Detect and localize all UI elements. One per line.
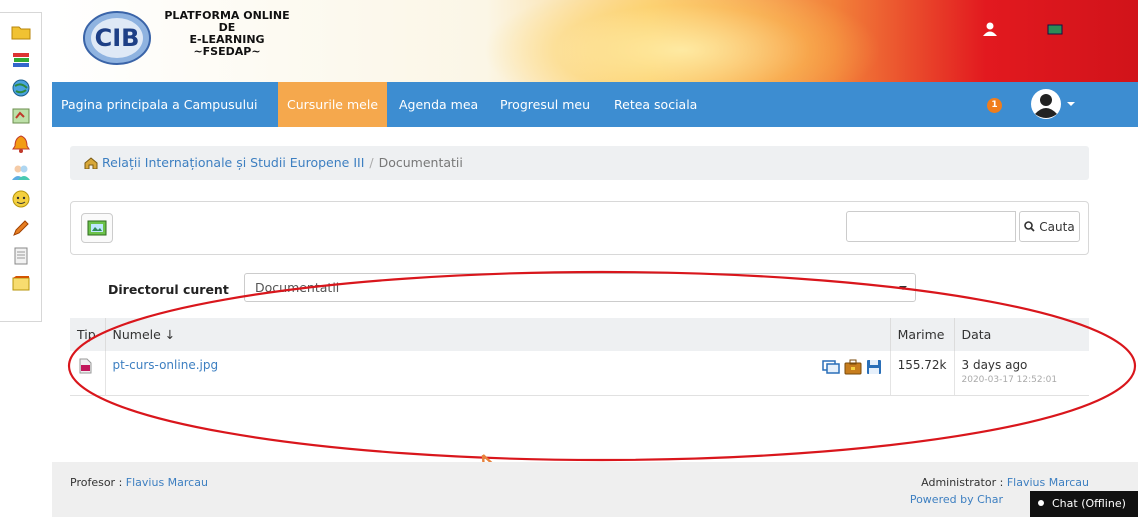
search-button[interactable]: Cauta [1019,211,1080,242]
file-date-full: 2020-03-17 12:52:01 [961,375,1058,385]
user-icon[interactable] [982,22,998,39]
file-size-cell: 155.72k [890,351,955,396]
table-row: pt-curs-online.jpg 155.72k 3 days ago 20… [70,351,1089,396]
professor-label: Profesor : [70,476,123,489]
breadcrumb-current: Documentatii [378,155,463,170]
powered-by[interactable]: Powered by Char [910,493,1003,506]
books-icon[interactable] [10,49,32,71]
breadcrumb-course-link[interactable]: Relații Internaționale și Studii Europen… [102,155,364,170]
brand-title: PLATFORMA ONLINE DE E-LEARNING ~FSEDAP~ [162,10,292,58]
chat-widget[interactable]: Chat (Offline) [1030,491,1138,517]
breadcrumb: Relații Internaționale și Studii Europen… [70,146,1089,180]
pencil-icon[interactable] [10,217,32,239]
logo-letters: CIB [95,24,140,52]
row-actions [821,359,882,378]
file-date-relative: 3 days ago [961,358,1028,372]
document-icon[interactable] [10,245,32,267]
search-button-label: Cauta [1039,219,1075,234]
admin-link[interactable]: Flavius Marcau [1007,476,1089,489]
side-toolbar [0,12,42,322]
bell-icon[interactable] [10,133,32,155]
footer: Profesor : Flavius Marcau Administrator … [52,462,1138,517]
home-icon[interactable] [84,148,98,182]
search-input[interactable] [846,211,1016,242]
upload-image-button[interactable] [81,213,113,243]
briefcase-icon[interactable] [844,359,862,378]
chat-label: Chat (Offline) [1052,497,1126,510]
file-name-cell: pt-curs-online.jpg [105,351,891,396]
save-icon[interactable] [866,359,882,378]
users-icon[interactable] [10,161,32,183]
cib-logo[interactable]: CIB [82,8,152,68]
brand-line-1: PLATFORMA ONLINE DE [164,9,290,34]
admin-label: Administrator : [921,476,1004,489]
avatar-icon[interactable] [1030,88,1062,120]
current-directory-label: Directorul curent [108,282,229,297]
search-icon [1024,221,1035,232]
map-icon[interactable] [10,105,32,127]
nav-my-courses[interactable]: Cursurile mele [278,82,388,127]
column-header-name[interactable]: Numele ↓ [105,318,891,351]
file-link[interactable]: pt-curs-online.jpg [113,358,219,372]
file-date-cell: 3 days ago 2020-03-17 12:52:01 [954,351,1089,396]
chevron-down-icon [899,286,907,290]
current-directory-value: Documentatii [255,280,340,295]
column-header-type[interactable]: Tip [70,318,106,351]
main-navbar: Pagina principala a Campusului Cursurile… [52,82,1138,127]
chevron-down-icon[interactable] [1067,102,1075,106]
nav-my-progress[interactable]: Progresul meu [491,82,599,127]
footer-professor: Profesor : Flavius Marcau [70,476,208,489]
note-icon[interactable] [10,273,32,295]
files-table: Tip Numele ↓ Marime Data pt-curs-online.… [70,318,1089,396]
brand-line-3: ~FSEDAP~ [193,45,261,58]
current-directory-select[interactable]: Documentatii [244,273,916,302]
file-type-cell [70,351,106,396]
preview-icon[interactable] [821,359,840,378]
notification-badge[interactable]: 1 [987,98,1002,113]
document-toolbar: Cauta [70,201,1089,255]
column-header-size[interactable]: Marime [890,318,955,351]
professor-link[interactable]: Flavius Marcau [126,476,208,489]
nav-my-agenda[interactable]: Agenda mea [390,82,487,127]
nav-social-network[interactable]: Retea sociala [605,82,706,127]
status-icon[interactable] [1046,24,1066,39]
nav-campus-home[interactable]: Pagina principala a Campusului [52,82,266,127]
breadcrumb-separator: / [369,155,374,170]
image-file-icon [77,358,93,377]
header-banner: CIB PLATFORMA ONLINE DE E-LEARNING ~FSED… [52,0,1138,82]
folder-icon[interactable] [10,21,32,43]
status-dot-icon [1038,500,1044,506]
footer-admin: Administrator : Flavius Marcau [921,476,1089,489]
column-header-date[interactable]: Data [954,318,1089,351]
chat-smiley-icon[interactable] [10,189,32,211]
globe-icon[interactable] [10,77,32,99]
